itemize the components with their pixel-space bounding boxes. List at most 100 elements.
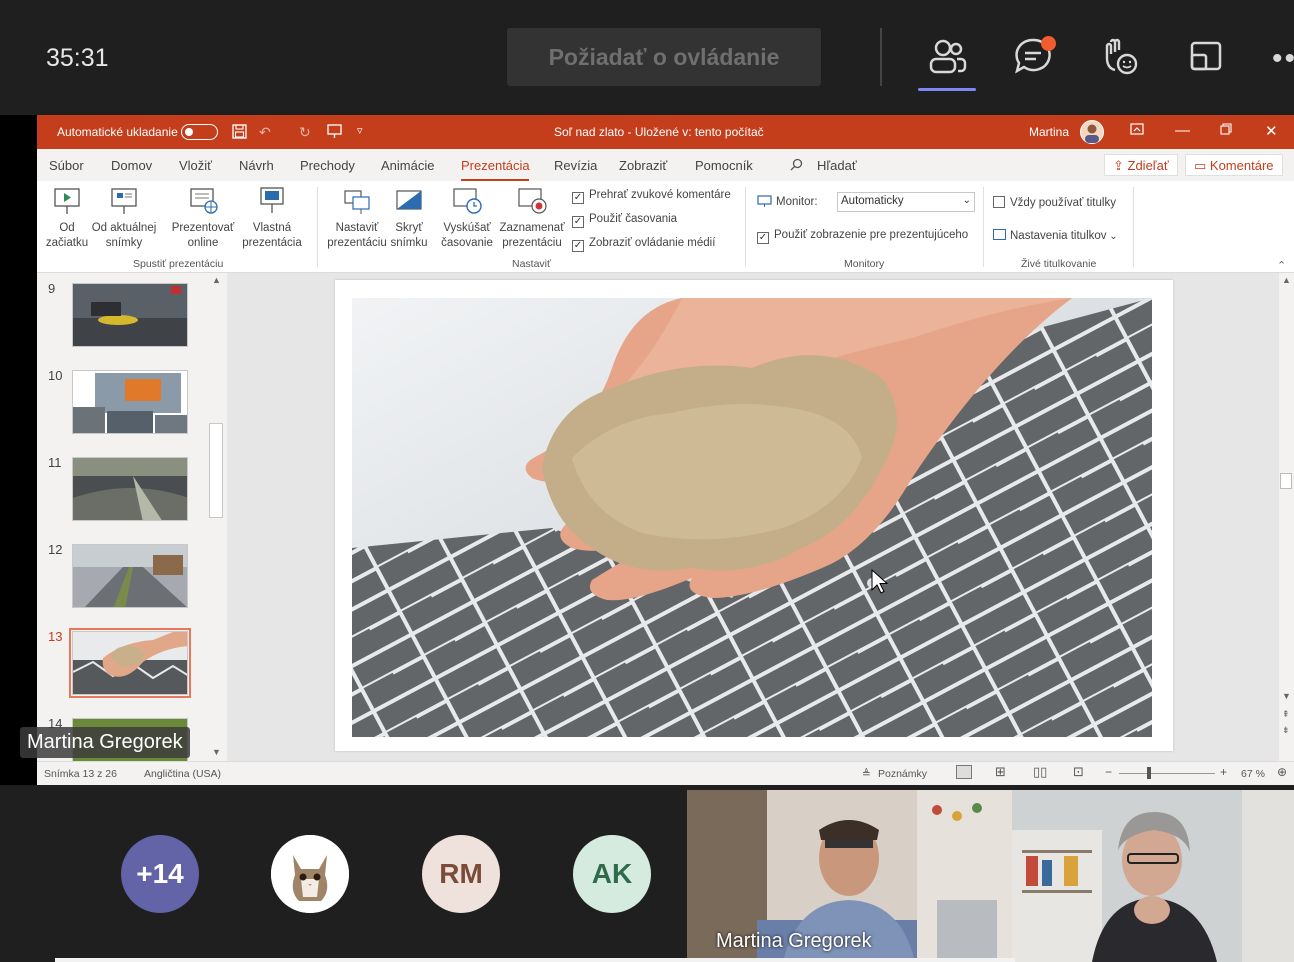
subtitle-settings-label: Nastavenia titulkov [1010, 230, 1107, 242]
tab-file[interactable]: Súbor [49, 158, 84, 173]
participant-avatar-rm[interactable]: RM [422, 835, 500, 913]
scroll-down-icon[interactable]: ▼ [212, 747, 221, 757]
fit-slide-icon[interactable]: ⊕ [1277, 765, 1287, 779]
slide-thumbnail-13[interactable] [69, 628, 191, 698]
raise-hand-icon[interactable] [1099, 36, 1139, 76]
participant-avatar-kitten[interactable] [271, 835, 349, 913]
custom-show-button[interactable]: Vlastná prezentácia [237, 185, 307, 251]
tab-design[interactable]: Návrh [239, 158, 274, 173]
tab-animations[interactable]: Animácie [381, 158, 434, 173]
collapse-ribbon-icon[interactable]: ⌃ [1277, 259, 1286, 272]
use-timings-label: Použiť časovania [589, 213, 678, 225]
participant-avatar-ak[interactable]: AK [573, 835, 651, 913]
current-slide[interactable] [335, 280, 1173, 751]
chevron-down-icon: ⌄ [962, 195, 971, 206]
notes-button[interactable]: Poznámky [878, 768, 927, 780]
editor-scrollbar[interactable]: ▲ ▼ ⇞ ⇟ [1279, 273, 1294, 761]
scroll-up-icon[interactable]: ▲ [212, 275, 221, 285]
search-icon[interactable] [790, 158, 803, 174]
save-icon[interactable] [232, 124, 247, 142]
zoom-slider-thumb[interactable] [1147, 767, 1151, 779]
from-current-button[interactable]: Od aktuálnej snímky [91, 185, 157, 251]
slide-photo[interactable] [352, 298, 1152, 737]
tab-slideshow[interactable]: Prezentácia [461, 158, 530, 173]
present-from-start-qa-icon[interactable] [327, 124, 342, 142]
group-monitors-label: Monitory [844, 258, 885, 270]
normal-view-icon[interactable] [956, 765, 972, 779]
comments-button[interactable]: ▭ Komentáre [1185, 154, 1283, 176]
restore-icon[interactable] [1220, 122, 1232, 139]
next-slide-icon[interactable]: ⇟ [1282, 725, 1290, 736]
notes-icon[interactable]: ≜ [862, 768, 871, 780]
participant-video-2[interactable] [1012, 790, 1294, 962]
user-avatar[interactable] [1080, 120, 1104, 144]
thumbnails-scroll-thumb[interactable] [209, 423, 223, 518]
setup-slideshow-button[interactable]: Nastaviť prezentáciu [325, 185, 389, 251]
tab-review[interactable]: Revízia [554, 158, 597, 173]
slide-sorter-icon[interactable]: ⊞ [995, 764, 1006, 780]
redo-icon[interactable]: ↻ [299, 124, 311, 141]
play-narrations-label: Prehrať zvukové komentáre [589, 189, 731, 201]
people-icon[interactable] [927, 36, 967, 76]
group-separator [983, 187, 984, 267]
presenter-view-checkbox[interactable]: ✓ Použiť zobrazenie pre prezentujúceho [757, 229, 968, 244]
present-online-button[interactable]: Prezentovať online [168, 185, 238, 251]
rehearse-timings-label: Vyskúšať časovanie [441, 222, 493, 249]
slideshow-view-icon[interactable]: ⊡ [1073, 764, 1084, 780]
tab-help[interactable]: Pomocník [695, 158, 753, 173]
zoom-in-icon[interactable]: + [1220, 765, 1227, 779]
slide-thumbnails-pane: 9 10 11 12 13 14 [37, 273, 227, 782]
slide-number: 9 [48, 281, 56, 296]
rehearse-timings-button[interactable]: Vyskúšať časovanie [439, 185, 495, 251]
setup-slideshow-label: Nastaviť prezentáciu [327, 222, 387, 249]
zoom-out-icon[interactable]: − [1105, 765, 1112, 779]
slide-thumbnail-12[interactable] [72, 544, 188, 608]
zoom-slider-track[interactable] [1119, 773, 1215, 774]
user-name[interactable]: Martina [1029, 125, 1069, 139]
reading-view-icon[interactable]: ▯▯ [1033, 764, 1047, 780]
hide-slide-button[interactable]: Skryť snímku [387, 185, 431, 251]
slide-thumbnail-10[interactable] [72, 370, 188, 434]
group-separator [1133, 187, 1134, 267]
subtitle-settings-button[interactable]: Nastavenia titulkov ⌄ [993, 229, 1118, 242]
overflow-participants[interactable]: +14 [121, 835, 199, 913]
participant-video-1[interactable]: Martina Gregorek [687, 790, 1012, 962]
slide-thumbnail-11[interactable] [72, 457, 188, 521]
ribbon: Od začiatku Od aktuálnej snímky Prezento… [37, 181, 1294, 273]
use-timings-checkbox[interactable]: ✓ Použiť časovania [572, 213, 677, 228]
customize-qat-icon[interactable]: ▿ [357, 124, 363, 137]
tab-home[interactable]: Domov [111, 158, 152, 173]
share-button[interactable]: ⇪ Zdieľať [1104, 154, 1178, 176]
tab-view[interactable]: Zobraziť [619, 158, 667, 173]
chevron-down-icon: ⌄ [1106, 231, 1118, 242]
editor-scroll-thumb[interactable] [1280, 473, 1292, 489]
thumbnails-scrollbar[interactable]: ▲ ▼ [209, 273, 225, 761]
share-tray-icon[interactable] [1186, 36, 1226, 76]
tab-insert[interactable]: Vložiť [179, 158, 212, 173]
always-subtitles-label: Vždy používať titulky [1010, 197, 1116, 209]
video-participant-name: Martina Gregorek [716, 930, 872, 952]
always-subtitles-checkbox[interactable]: Vždy používať titulky [993, 196, 1116, 209]
undo-icon[interactable]: ↶ [259, 124, 271, 141]
minimize-icon[interactable]: — [1175, 122, 1190, 139]
monitor-select[interactable]: Automaticky ⌄ [837, 192, 975, 212]
more-icon[interactable]: •• [1272, 42, 1294, 76]
play-narrations-checkbox[interactable]: ✓ Prehrať zvukové komentáre [572, 189, 731, 204]
record-slideshow-button[interactable]: Zaznamenať prezentáciu [497, 185, 567, 251]
search-box[interactable]: Hľadať [817, 158, 857, 173]
from-start-button[interactable]: Od začiatku [45, 185, 89, 251]
group-start-label: Spustiť prezentáciu [133, 258, 224, 270]
zoom-level[interactable]: 67 % [1241, 768, 1265, 780]
show-media-controls-checkbox[interactable]: ✓ Zobraziť ovládanie médií [572, 237, 715, 252]
language[interactable]: Angličtina (USA) [144, 768, 221, 780]
tab-transitions[interactable]: Prechody [300, 158, 355, 173]
slide-editor [227, 273, 1279, 761]
request-control-button[interactable]: Požiadať o ovládanie [507, 28, 821, 86]
close-icon[interactable]: ✕ [1265, 122, 1278, 140]
ribbon-display-icon[interactable] [1130, 122, 1144, 140]
scroll-down-icon[interactable]: ▼ [1282, 691, 1291, 701]
autosave-toggle[interactable] [181, 124, 218, 140]
slide-thumbnail-9[interactable] [72, 283, 188, 347]
previous-slide-icon[interactable]: ⇞ [1282, 709, 1290, 720]
scroll-up-icon[interactable]: ▲ [1282, 275, 1291, 285]
